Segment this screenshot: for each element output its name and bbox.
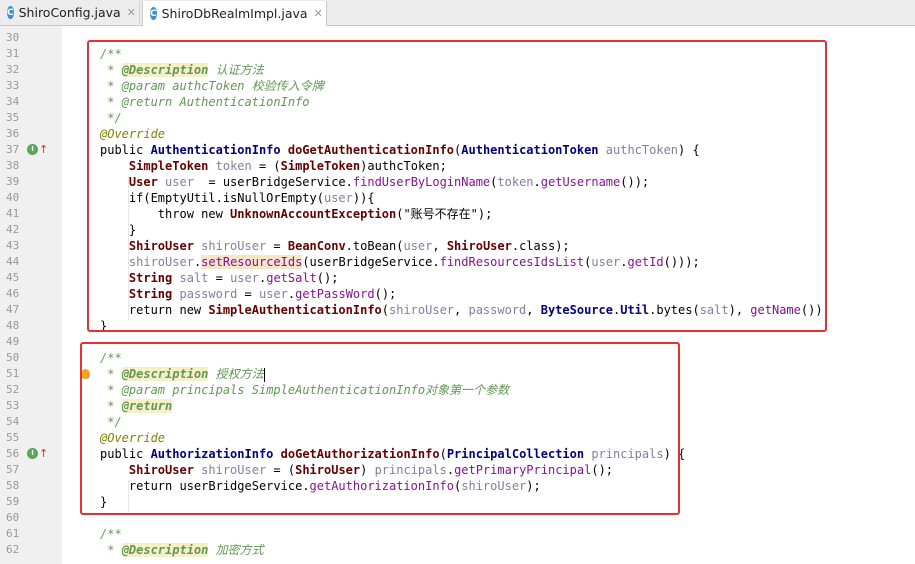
line-number: 57	[6, 463, 20, 476]
line-number: 61	[6, 527, 20, 540]
line-number: 38	[6, 159, 20, 172]
line-number: 36	[6, 127, 20, 140]
line-number: 35	[6, 111, 20, 124]
line-number: 52	[6, 383, 20, 396]
highlight-box-authentication	[87, 40, 827, 332]
code-line[interactable]: 61 /**	[0, 526, 915, 542]
line-number: 40	[6, 191, 20, 204]
code-token: @Description	[121, 543, 209, 557]
line-number: 32	[6, 63, 20, 76]
arrow-up-icon[interactable]: ↑	[39, 142, 48, 158]
implements-method-icon[interactable]: I	[27, 144, 38, 155]
line-number: 41	[6, 207, 20, 220]
editor-tab-bar: C ShiroConfig.java ✕ C ShiroDbRealmImpl.…	[0, 0, 915, 26]
code-text: * @Description 加密方式	[100, 542, 264, 558]
line-number: 60	[6, 511, 20, 524]
java-class-icon: C	[150, 7, 157, 20]
line-number: 59	[6, 495, 20, 508]
java-class-icon: C	[7, 6, 14, 19]
line-number: 42	[6, 223, 20, 236]
line-number: 58	[6, 479, 20, 492]
line-number: 55	[6, 431, 20, 444]
line-number: 62	[6, 543, 20, 556]
code-token: *	[100, 543, 122, 557]
tab-label: ShiroConfig.java	[18, 5, 121, 20]
line-number: 53	[6, 399, 20, 412]
line-number: 43	[6, 239, 20, 252]
line-number: 54	[6, 415, 20, 428]
code-token: 加密方式	[208, 543, 264, 557]
line-number: 56	[6, 447, 20, 460]
tab-shiro-config[interactable]: C ShiroConfig.java ✕	[0, 1, 140, 24]
line-number: 30	[6, 31, 20, 44]
tab-label: ShiroDbRealmImpl.java	[161, 6, 308, 21]
line-number: 47	[6, 303, 20, 316]
tab-shiro-db-realm-impl[interactable]: C ShiroDbRealmImpl.java ✕	[142, 1, 327, 26]
line-number: 37	[6, 143, 20, 156]
code-token: /**	[100, 527, 122, 541]
line-number: 49	[6, 335, 20, 348]
line-number: 48	[6, 319, 20, 332]
code-text: /**	[100, 526, 122, 542]
arrow-up-icon[interactable]: ↑	[39, 446, 48, 462]
highlight-box-authorization	[80, 342, 680, 515]
line-number: 46	[6, 287, 20, 300]
line-number: 34	[6, 95, 20, 108]
close-icon[interactable]: ✕	[127, 6, 136, 19]
line-number: 33	[6, 79, 20, 92]
line-number: 31	[6, 47, 20, 60]
line-number: 44	[6, 255, 20, 268]
code-line[interactable]: 62 * @Description 加密方式	[0, 542, 915, 558]
implements-method-icon[interactable]: I	[27, 448, 38, 459]
line-number: 45	[6, 271, 20, 284]
line-number: 50	[6, 351, 20, 364]
line-number: 51	[6, 367, 20, 380]
close-icon[interactable]: ✕	[314, 7, 323, 20]
line-number: 39	[6, 175, 20, 188]
